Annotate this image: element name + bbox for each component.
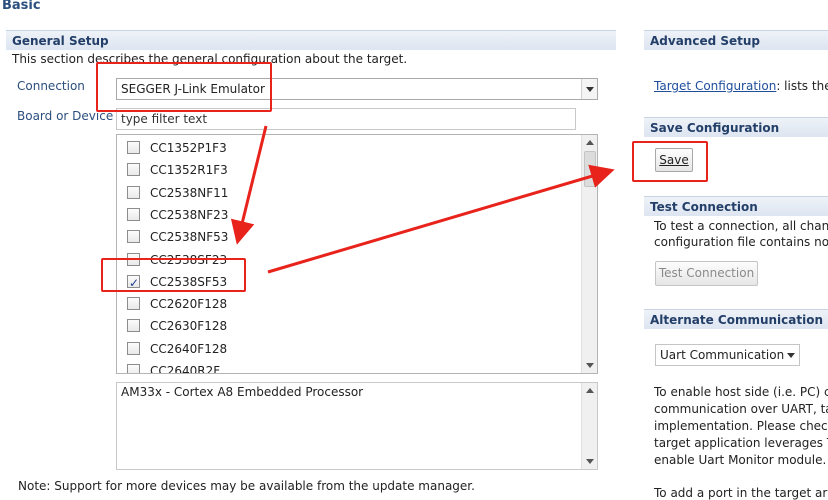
- device-list-item[interactable]: CC2630F128: [125, 315, 565, 337]
- chevron-down-icon[interactable]: [581, 79, 597, 99]
- device-label: CC2538NF53: [150, 230, 229, 245]
- scroll-up-icon[interactable]: [582, 383, 598, 397]
- device-checkbox[interactable]: [127, 252, 140, 266]
- device-description-box: AM33x - Cortex A8 Embedded Processor: [116, 382, 598, 470]
- device-checkbox[interactable]: [127, 297, 140, 311]
- device-list-item[interactable]: CC1352R1F3: [125, 159, 565, 181]
- target-configuration-suffix: : lists the: [776, 79, 828, 93]
- device-list-item[interactable]: CC2538SF53: [125, 271, 565, 294]
- alt-comm-line-2: communication over UART, tar: [654, 402, 828, 416]
- device-list[interactable]: CC1352P1F3 CC1352R1F3 CC2538NF11 CC2538NF23…: [116, 134, 598, 374]
- device-label: CC2538NF23: [150, 207, 229, 222]
- description-scrollbar[interactable]: [581, 383, 597, 469]
- device-list-item[interactable]: CC2538NF53: [125, 226, 565, 248]
- device-checkbox[interactable]: [127, 319, 140, 333]
- device-label: CC2630F128: [150, 319, 228, 334]
- test-connection-button[interactable]: Test Connection: [655, 261, 758, 286]
- device-label: CC2538SF23: [150, 252, 228, 267]
- alternate-communication-select[interactable]: Uart Communication: [655, 344, 800, 366]
- device-list-item[interactable]: CC2640F128: [125, 338, 565, 360]
- update-manager-note: Note: Support for more devices may be av…: [18, 479, 475, 493]
- scroll-up-icon[interactable]: [582, 135, 597, 149]
- device-checkbox[interactable]: [127, 272, 140, 294]
- device-description-text: AM33x - Cortex A8 Embedded Processor: [121, 385, 364, 399]
- test-connection-header[interactable]: Test Connection: [644, 196, 828, 216]
- save-configuration-header[interactable]: Save Configuration: [644, 117, 828, 137]
- device-list-item[interactable]: CC2620F128: [125, 293, 565, 315]
- board-or-device-label: Board or Device: [17, 109, 114, 123]
- device-label: CC2620F128: [150, 297, 228, 312]
- device-filter-input[interactable]: type filter text: [116, 108, 576, 130]
- general-setup-header[interactable]: General Setup: [6, 30, 616, 50]
- device-checkbox[interactable]: [127, 207, 140, 221]
- device-checkbox[interactable]: [127, 364, 140, 373]
- alt-comm-line-4: target application leverages T: [654, 436, 828, 450]
- general-setup-description: This section describes the general confi…: [12, 52, 408, 66]
- device-label: CC1352P1F3: [150, 141, 227, 155]
- device-label: CC2538SF53: [150, 274, 228, 289]
- device-list-item[interactable]: CC2538NF11: [125, 182, 565, 204]
- chevron-down-icon[interactable]: [783, 345, 799, 365]
- test-connection-text-2: configuration file contains no e: [654, 235, 828, 249]
- device-checkbox[interactable]: [127, 163, 140, 177]
- device-checkbox[interactable]: [127, 230, 140, 244]
- test-connection-text-1: To test a connection, all change: [654, 219, 828, 233]
- device-list-item[interactable]: CC2640R2F: [125, 360, 565, 374]
- connection-label: Connection: [17, 79, 85, 93]
- scroll-down-icon[interactable]: [582, 455, 598, 469]
- alt-comm-line-3: implementation. Please check: [654, 419, 828, 433]
- scroll-down-icon[interactable]: [582, 359, 597, 373]
- save-button[interactable]: Save: [655, 148, 693, 172]
- device-label: CC2640F128: [150, 341, 228, 356]
- device-checkbox[interactable]: [127, 341, 140, 355]
- device-checkbox[interactable]: [127, 185, 140, 199]
- device-label: CC1352R1F3: [150, 163, 228, 178]
- device-list-item[interactable]: CC2538NF23: [125, 204, 565, 226]
- advanced-setup-header[interactable]: Advanced Setup: [644, 30, 828, 50]
- alternate-communication-value: Uart Communication: [660, 348, 785, 362]
- alt-comm-line-1: To enable host side (i.e. PC) c: [654, 385, 828, 399]
- device-list-item[interactable]: CC2538SF23: [125, 249, 565, 271]
- device-label: CC2640R2F: [150, 364, 221, 374]
- device-label: CC2538NF11: [150, 185, 229, 200]
- alt-comm-line-5: enable Uart Monitor module.: [654, 453, 827, 467]
- scroll-thumb[interactable]: [584, 151, 596, 187]
- connection-select[interactable]: SEGGER J-Link Emulator: [116, 78, 598, 100]
- page-title: Basic: [2, 0, 41, 13]
- device-checkbox[interactable]: [127, 141, 140, 154]
- advanced-setup-text: Target Configuration: lists the: [654, 79, 828, 93]
- connection-select-value: SEGGER J-Link Emulator: [121, 82, 265, 96]
- device-list-item[interactable]: CC1352P1F3: [125, 137, 565, 159]
- alternate-communication-header[interactable]: Alternate Communication: [644, 309, 828, 329]
- device-list-scrollbar[interactable]: [581, 135, 597, 373]
- alt-comm-footer-line: To add a port in the target ar: [654, 486, 828, 500]
- target-configuration-link[interactable]: Target Configuration: [654, 79, 776, 93]
